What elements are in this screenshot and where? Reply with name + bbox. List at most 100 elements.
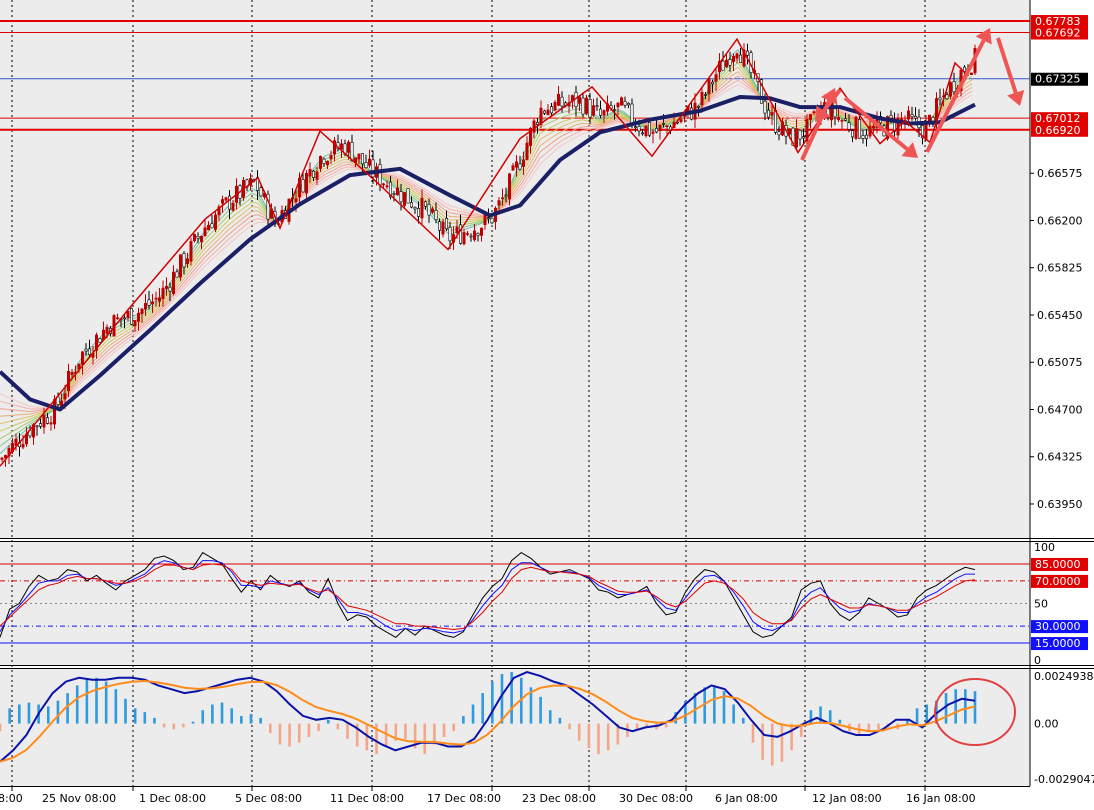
candle-body (483, 214, 487, 226)
macd-histogram-bar (46, 706, 50, 724)
candle-body (535, 122, 539, 125)
candle-body (847, 122, 851, 130)
candle-body (630, 103, 634, 124)
candle-body (448, 227, 452, 242)
macd-histogram-bar (133, 708, 137, 724)
candle-body (612, 109, 616, 111)
stoch-level-label: 15.0000 (1031, 637, 1088, 651)
candle-body (182, 253, 186, 268)
macd-histogram-bar (240, 715, 243, 724)
candle-body (35, 425, 39, 428)
candle-body (861, 135, 865, 139)
candle-body (98, 338, 102, 343)
macd-histogram-bar (828, 710, 832, 724)
candle-body (49, 422, 53, 425)
macd-histogram-bar (500, 673, 504, 724)
candle-body (623, 101, 627, 106)
candle-body (367, 158, 371, 166)
macd-histogram-bar (18, 704, 21, 724)
candle-body (228, 195, 232, 210)
candle-body (696, 105, 700, 108)
candle-body (301, 179, 305, 193)
time-axis-label: 23 Dec 08:00 (522, 792, 596, 805)
macd-histogram-bar (230, 708, 233, 724)
candle-body (189, 241, 193, 262)
stoch-tick-label: 0 (1034, 654, 1041, 667)
price-tick-label: 0.64700 (1037, 403, 1083, 416)
time-axis-label: 25 Nov 08:00 (42, 792, 116, 805)
macd-histogram-bar (577, 723, 581, 741)
stoch-level-label: 85.0000 (1031, 557, 1088, 571)
candle-body (857, 119, 861, 139)
candle-body (140, 308, 144, 315)
candle-body (581, 97, 585, 115)
macd-histogram-bar (491, 681, 494, 724)
candle-body (224, 197, 228, 201)
macd-histogram-bar (462, 715, 465, 724)
macd-histogram-bar (548, 710, 552, 724)
candle-body (179, 254, 183, 278)
candle-body (210, 223, 214, 229)
candle-body (158, 297, 162, 302)
candle-body (455, 226, 459, 233)
macd-histogram-bar (249, 714, 253, 724)
macd-histogram-bar (780, 723, 784, 762)
candle-body (731, 55, 735, 63)
stoch-level-label-text: 15.0000 (1035, 637, 1081, 650)
candle-body (770, 112, 774, 116)
candle-body (315, 171, 319, 180)
candle-body (81, 351, 85, 365)
candle-body (137, 312, 141, 322)
candle-body (70, 371, 74, 376)
macd-histogram-bar (964, 689, 967, 724)
level-label-text: 0.66920 (1035, 124, 1081, 137)
candle-body (294, 198, 298, 203)
price-tick-label: 0.66200 (1037, 214, 1083, 227)
time-axis-label: 16 Jan 08:00 (906, 792, 976, 805)
candle-body (395, 187, 399, 196)
candle-body (532, 120, 536, 133)
candle-body (553, 101, 557, 111)
candle-body (521, 159, 525, 167)
macd-histogram-bar (877, 723, 880, 730)
candle-body (0, 457, 4, 460)
macd-histogram-bar (713, 685, 716, 724)
candle-body (469, 235, 473, 238)
candle-body (658, 124, 662, 132)
candle-body (427, 204, 431, 216)
candle-body (707, 78, 711, 95)
candle-body (906, 110, 910, 120)
candle-body (577, 96, 581, 104)
macd-histogram-bar (211, 704, 214, 724)
candle-body (724, 59, 728, 68)
macd-histogram-bar (124, 698, 127, 724)
candle-body (584, 97, 588, 114)
candle-body (88, 348, 92, 355)
candle-body (126, 311, 130, 319)
macd-histogram-bar (288, 723, 291, 747)
candle-body (738, 54, 742, 63)
candle-body (556, 93, 560, 106)
macd-histogram-bar (114, 689, 118, 724)
macd-histogram-bar (558, 717, 562, 724)
candle-body (500, 197, 504, 200)
candle-body (654, 128, 658, 133)
candle-body (497, 200, 501, 206)
candle-body (913, 115, 917, 119)
candle-body (339, 143, 343, 150)
candle-body (165, 285, 169, 289)
macd-histogram-bar (452, 723, 456, 732)
candle-body (196, 235, 200, 239)
candle-body (836, 116, 840, 120)
stoch-level-label-text: 30.0000 (1035, 620, 1081, 633)
candle-body (703, 94, 707, 96)
candle-body (465, 233, 469, 235)
candle-body (927, 114, 931, 121)
candle-body (200, 235, 204, 243)
candle-body (476, 233, 480, 236)
price-tick-label: 0.65450 (1037, 309, 1083, 322)
time-axis-label: 6 Jan 08:00 (715, 792, 778, 805)
macd-histogram-bar (442, 723, 446, 737)
candle-body (479, 227, 483, 236)
candle-body (231, 202, 235, 211)
